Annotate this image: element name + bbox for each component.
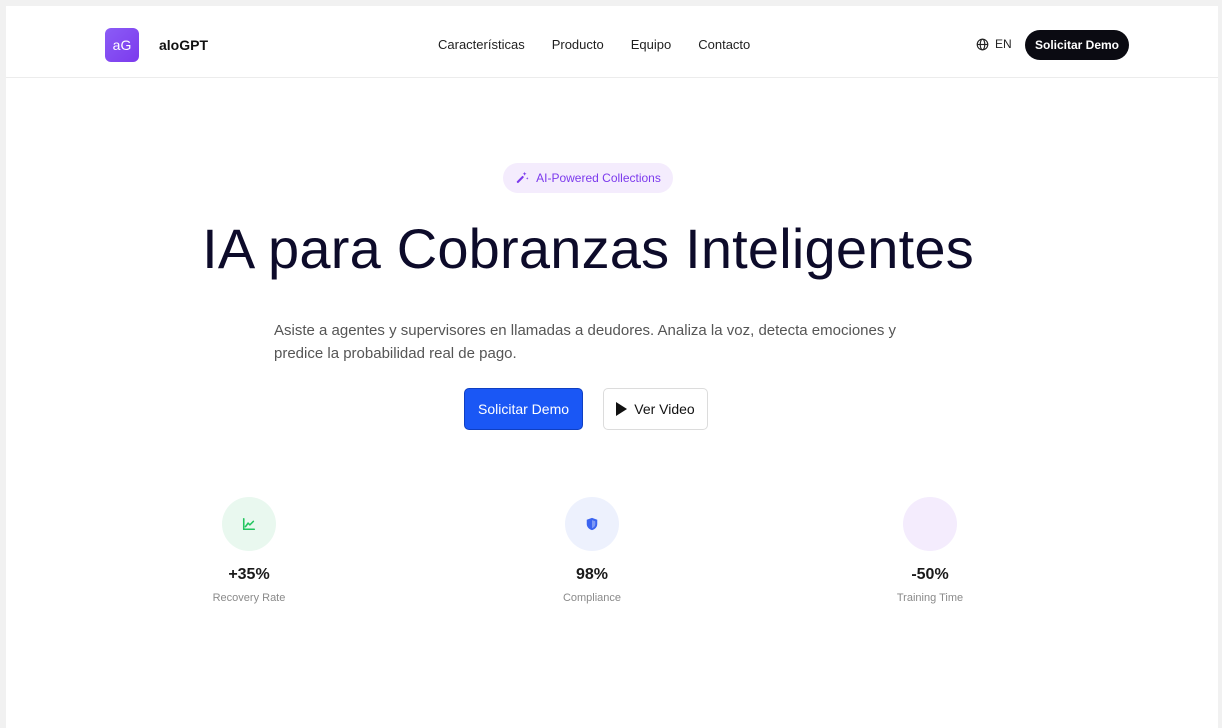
stat-compliance: 98% Compliance (512, 497, 672, 604)
stat-icon-circle (565, 497, 619, 551)
landing-page: aG aloGPT Características Producto Equip… (6, 6, 1218, 728)
stat-recovery-rate: +35% Recovery Rate (169, 497, 329, 604)
play-icon (616, 402, 628, 416)
watch-video-button[interactable]: Ver Video (603, 388, 708, 430)
top-navbar: aG aloGPT Características Producto Equip… (6, 6, 1218, 78)
logo[interactable]: aG (105, 28, 139, 62)
main-menu: Características Producto Equipo Contacto (438, 37, 750, 52)
magic-wand-icon (516, 171, 529, 184)
stat-label: Compliance (562, 592, 622, 604)
hero-title: IA para Cobranzas Inteligentes (202, 217, 974, 280)
watch-video-label: Ver Video (634, 401, 695, 417)
nav-request-demo-button[interactable]: Solicitar Demo (1025, 30, 1129, 60)
menu-item-equipo[interactable]: Equipo (631, 37, 671, 52)
menu-item-producto[interactable]: Producto (552, 37, 604, 52)
brand-name[interactable]: aloGPT (159, 37, 208, 53)
stat-label: Recovery Rate (212, 592, 286, 604)
trending-up-icon (242, 517, 256, 531)
globe-icon (976, 38, 989, 50)
stat-label: Training Time (896, 592, 964, 604)
stat-training-time: -50% Training Time (850, 497, 1010, 604)
request-demo-button[interactable]: Solicitar Demo (464, 388, 583, 430)
stat-icon-circle (222, 497, 276, 551)
hero-badge-label: AI-Powered Collections (536, 171, 661, 185)
menu-item-caracteristicas[interactable]: Características (438, 37, 525, 52)
language-label: EN (995, 37, 1012, 51)
stat-icon-circle (903, 497, 957, 551)
stat-value: -50% (911, 566, 949, 583)
menu-item-contacto[interactable]: Contacto (698, 37, 750, 52)
stat-value: 98% (575, 566, 609, 583)
stat-value: +35% (228, 566, 270, 583)
hero-subtitle: Asiste a agentes y supervisores en llama… (274, 322, 897, 362)
language-switcher[interactable]: EN (976, 37, 1012, 51)
hero-badge: AI-Powered Collections (503, 163, 673, 193)
shield-icon (586, 517, 598, 531)
